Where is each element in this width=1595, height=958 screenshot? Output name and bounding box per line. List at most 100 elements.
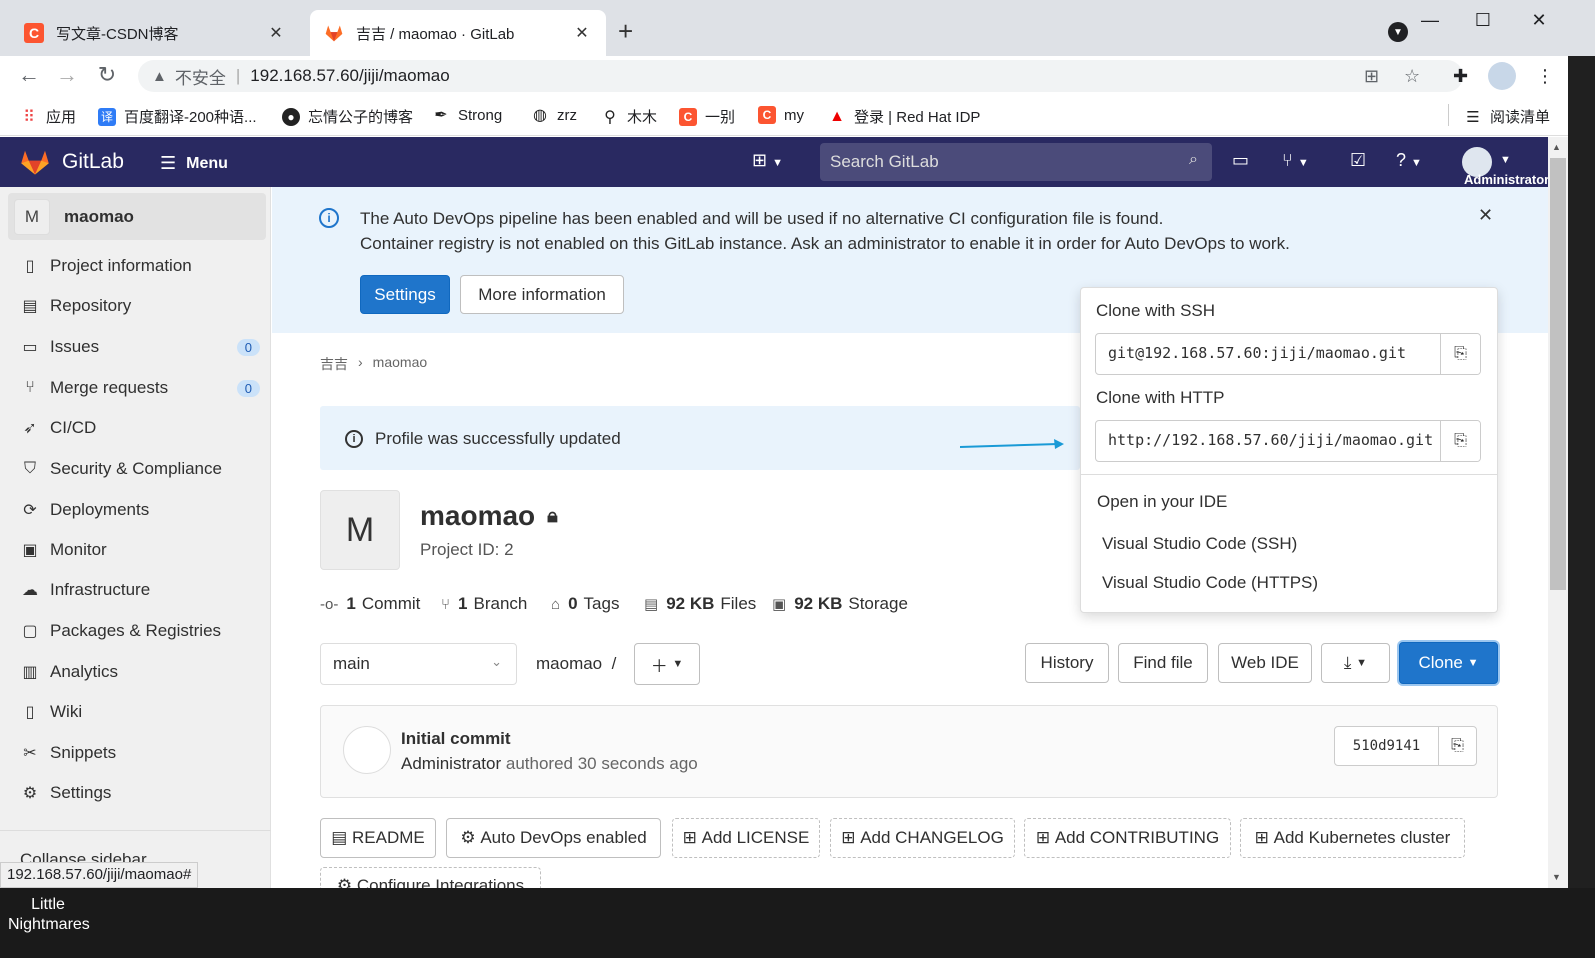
file-icon: ▤ [331, 828, 348, 847]
add-changelog-button[interactable]: ⊞ Add CHANGELOG [830, 818, 1015, 858]
reload-icon[interactable]: ↻ [92, 62, 122, 88]
history-button[interactable]: History [1025, 643, 1109, 683]
more-icon[interactable]: ⋮ [1536, 66, 1554, 87]
clone-ssh-url[interactable]: git@192.168.57.60:jiji/maomao.git [1096, 334, 1440, 374]
bookmark-my[interactable]: Cmy [758, 106, 804, 124]
sidebar-item-wiki[interactable]: ▯ Wiki [20, 697, 260, 727]
minimize-icon[interactable]: — [1415, 10, 1445, 31]
sidebar-item-packages[interactable]: ▢ Packages & Registries [20, 616, 260, 646]
bookmark-strong[interactable]: ✒ Strong [432, 106, 502, 125]
browser-tab-gitlab[interactable]: 吉吉 / maomao · GitLab ✕ [310, 10, 606, 56]
commit-author[interactable]: Administrator [401, 754, 501, 773]
sidebar-item-settings[interactable]: ⚙ Settings [20, 778, 260, 808]
files-size: 92 KB [666, 594, 715, 613]
add-contributing-button[interactable]: ⊞ Add CONTRIBUTING [1024, 818, 1231, 858]
sidebar-project-header[interactable]: M maomao [8, 193, 266, 240]
bookmark-zrz[interactable]: ◍ zrz [531, 106, 577, 125]
close-icon[interactable]: ✕ [1478, 205, 1493, 226]
repo-path-name[interactable]: maomao [536, 654, 602, 673]
clone-button[interactable]: Clone ▼ [1399, 642, 1498, 684]
tab-search-icon[interactable]: ▼ [1388, 22, 1408, 42]
alert-settings-button[interactable]: Settings [360, 275, 450, 314]
bookmark-baidu[interactable]: 译百度翻译-200种语... [98, 106, 257, 127]
commit-sha[interactable]: 510d9141 [1335, 727, 1439, 765]
sidebar-item-merge-requests[interactable]: ⑂ Merge requests 0 [20, 373, 260, 403]
vscode-https-item[interactable]: Visual Studio Code (HTTPS) [1102, 573, 1318, 593]
sidebar-item-issues[interactable]: ▭ Issues 0 [20, 332, 260, 362]
window-close-icon[interactable]: ✕ [1524, 10, 1554, 31]
url-input[interactable]: ▲ 不安全 | 192.168.57.60/jiji/maomao [138, 60, 1463, 92]
chevron-down-icon[interactable]: ▼ [1500, 154, 1511, 166]
sidebar-item-deployments[interactable]: ⟳ Deployments [20, 495, 260, 525]
todo-icon[interactable]: ☑ [1350, 150, 1366, 171]
vscode-ssh-item[interactable]: Visual Studio Code (SSH) [1102, 534, 1297, 554]
sidebar-item-analytics[interactable]: ▥ Analytics [20, 657, 260, 687]
clone-http-url[interactable]: http://192.168.57.60/jiji/maomao.git [1096, 421, 1440, 461]
add-license-button[interactable]: ⊞ Add LICENSE [672, 818, 820, 858]
gitlab-logo-icon[interactable] [20, 148, 50, 179]
sidebar-item-monitor[interactable]: ▣ Monitor [20, 535, 260, 565]
web-ide-button[interactable]: Web IDE [1218, 643, 1312, 683]
scroll-up-icon[interactable]: ▲ [1552, 142, 1561, 152]
stat-storage[interactable]: ▣ 92 KB Storage [772, 594, 908, 614]
clone-http-field[interactable]: http://192.168.57.60/jiji/maomao.git ⎘ [1095, 420, 1481, 462]
menu-button[interactable]: ☰ Menu [160, 153, 228, 174]
issues-icon[interactable]: ▭ [1232, 150, 1249, 171]
sidebar-item-snippets[interactable]: ✂ Snippets [20, 738, 260, 768]
branch-select[interactable]: main ⌄ [320, 643, 517, 685]
forward-icon[interactable]: → [52, 62, 82, 88]
search-input[interactable]: Search GitLab ⌕ [820, 143, 1212, 181]
bookmark-redhat[interactable]: ▲ 登录 | Red Hat IDP [828, 106, 980, 127]
stat-commits[interactable]: -o- 1 Commit [320, 594, 420, 614]
gitlab-brand[interactable]: GitLab [62, 150, 124, 174]
clone-ssh-field[interactable]: git@192.168.57.60:jiji/maomao.git ⎘ [1095, 333, 1481, 375]
scrollbar-thumb[interactable] [1550, 158, 1566, 590]
merge-requests-icon[interactable]: ⑂ ▼ [1282, 150, 1309, 171]
sidebar-item-project-information[interactable]: ▯ Project information [20, 251, 260, 281]
breadcrumb-group[interactable]: 吉吉 [320, 354, 348, 374]
browser-tab-csdn[interactable]: C 写文章-CSDN博客 ✕ [10, 10, 300, 56]
reading-list[interactable]: ☰ 阅读清单 [1464, 106, 1550, 127]
download-dropdown[interactable]: ⤓ ▼ [1321, 643, 1390, 683]
stat-files[interactable]: ▤ 92 KB Files [644, 594, 756, 614]
sidebar-item-security[interactable]: ⛉ Security & Compliance [20, 454, 260, 484]
bookmark-label: 百度翻译-200种语... [124, 109, 257, 126]
profile-avatar[interactable] [1488, 62, 1516, 90]
sidebar-item-cicd[interactable]: ➶ CI/CD [20, 413, 260, 443]
close-icon[interactable]: ✕ [572, 23, 592, 43]
menu-label: Menu [186, 154, 228, 172]
project-avatar-small: M [14, 198, 50, 235]
star-icon[interactable]: ☆ [1404, 66, 1420, 87]
maximize-icon[interactable]: ☐ [1468, 10, 1498, 31]
bookmark-yibie[interactable]: C 一别 [679, 106, 735, 127]
copy-icon[interactable]: ⎘ [1440, 334, 1480, 374]
bookmark-mumu[interactable]: ⚲ 木木 [601, 106, 657, 127]
readme-button[interactable]: ▤ README [320, 818, 436, 858]
new-tab-icon[interactable]: + [618, 18, 633, 44]
add-k8s-button[interactable]: ⊞ Add Kubernetes cluster [1240, 818, 1465, 858]
scroll-down-icon[interactable]: ▼ [1552, 872, 1561, 882]
find-file-button[interactable]: Find file [1118, 643, 1208, 683]
extensions-icon[interactable]: ✚ [1453, 66, 1468, 87]
plus-icon: ＋ [650, 656, 668, 676]
back-icon[interactable]: ← [14, 62, 44, 88]
copy-icon[interactable]: ⎘ [1440, 421, 1480, 461]
stat-branches[interactable]: ⑂ 1 Branch [441, 594, 527, 614]
new-dropdown-icon[interactable]: ⊞ ▼ [752, 150, 783, 171]
sidebar-item-infrastructure[interactable]: ☁ Infrastructure [20, 575, 260, 605]
taskbar-app-label[interactable]: Little Nightmares [8, 895, 90, 935]
bookmark-apps[interactable]: ⠿ 应用 [20, 106, 76, 127]
stat-tags[interactable]: ⌂ 0 Tags [551, 594, 619, 614]
alert-more-info-button[interactable]: More information [460, 275, 624, 314]
auto-devops-button[interactable]: ⚙ Auto DevOps enabled [446, 818, 661, 858]
sidebar-item-label: Repository [50, 296, 132, 315]
breadcrumb-project[interactable]: maomao [373, 354, 427, 374]
copy-icon[interactable]: ⎘ [1439, 727, 1476, 765]
sidebar-item-repository[interactable]: ▤ Repository [20, 291, 260, 321]
close-icon[interactable]: ✕ [266, 23, 286, 43]
commit-title[interactable]: Initial commit [401, 729, 511, 749]
help-icon[interactable]: ? ▼ [1396, 150, 1422, 171]
add-file-dropdown[interactable]: ＋ ▼ [634, 643, 700, 685]
bookmark-blog[interactable]: ● 忘情公子的博客 [282, 106, 413, 127]
translate-icon[interactable]: ⊞ [1364, 66, 1379, 87]
